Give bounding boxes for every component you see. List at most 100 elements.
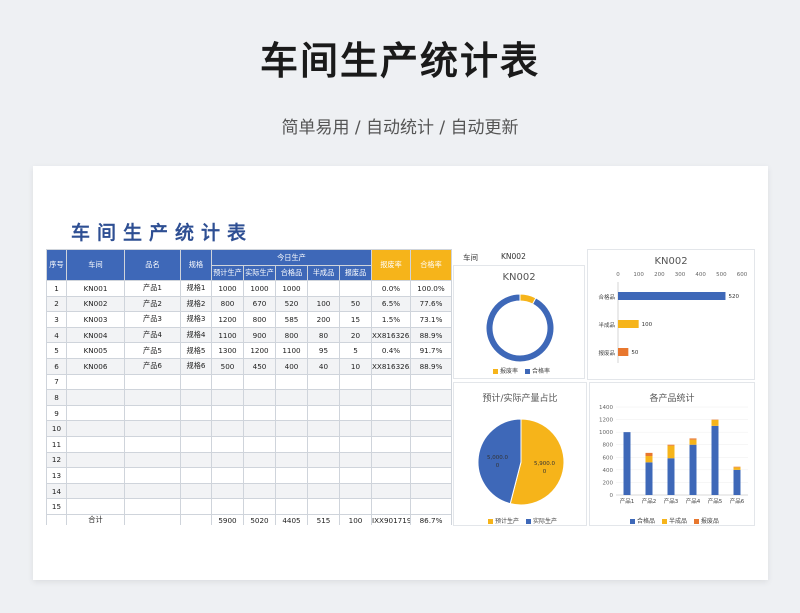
cell-scrap[interactable] bbox=[339, 280, 372, 297]
cell-workshop[interactable] bbox=[66, 498, 125, 515]
cell-semi[interactable] bbox=[307, 420, 340, 437]
cell-index[interactable]: 11 bbox=[46, 435, 67, 453]
cell-planned[interactable] bbox=[211, 451, 244, 469]
cell-planned[interactable]: 1200 bbox=[211, 311, 244, 328]
cell-semi[interactable] bbox=[307, 467, 340, 484]
cell-workshop[interactable]: KN005 bbox=[66, 342, 125, 359]
cell-planned[interactable]: 800 bbox=[211, 295, 244, 313]
cell-actual[interactable] bbox=[243, 435, 276, 453]
cell-product[interactable] bbox=[124, 404, 181, 422]
cell-scrap-rate[interactable] bbox=[371, 482, 411, 500]
cell-semi[interactable]: 95 bbox=[307, 342, 340, 359]
cell-spec[interactable] bbox=[180, 451, 212, 469]
cell-actual[interactable] bbox=[243, 373, 276, 391]
cell-index[interactable]: 14 bbox=[46, 482, 67, 500]
cell-planned[interactable]: 1000 bbox=[211, 280, 244, 297]
cell-scrap[interactable]: 5 bbox=[339, 342, 372, 359]
cell-index[interactable]: 10 bbox=[46, 420, 67, 437]
cell-semi[interactable] bbox=[307, 373, 340, 391]
cell-planned[interactable]: 1100 bbox=[211, 326, 244, 344]
cell-actual[interactable]: 670 bbox=[243, 295, 276, 313]
cell-scrap[interactable] bbox=[339, 389, 372, 406]
cell-qualified[interactable] bbox=[275, 389, 308, 406]
cell-index[interactable]: 15 bbox=[46, 498, 67, 515]
cell-index[interactable]: 5 bbox=[46, 342, 67, 359]
cell-spec[interactable]: 规格3 bbox=[180, 311, 212, 328]
cell-workshop[interactable]: KN001 bbox=[66, 280, 125, 297]
cell-scrap[interactable] bbox=[339, 404, 372, 422]
cell-semi[interactable] bbox=[307, 404, 340, 422]
cell-qualified[interactable]: 585 bbox=[275, 311, 308, 328]
cell-index[interactable]: 8 bbox=[46, 389, 67, 406]
cell-scrap-rate[interactable] bbox=[371, 498, 411, 515]
cell-scrap-rate[interactable]: XX8163265 bbox=[371, 357, 411, 375]
cell-spec[interactable] bbox=[180, 373, 212, 391]
cell-semi[interactable]: 40 bbox=[307, 357, 340, 375]
cell-actual[interactable] bbox=[243, 389, 276, 406]
cell-pass-rate[interactable] bbox=[410, 482, 452, 500]
cell-product[interactable] bbox=[124, 389, 181, 406]
cell-semi[interactable] bbox=[307, 482, 340, 500]
cell-semi[interactable] bbox=[307, 498, 340, 515]
cell-scrap[interactable] bbox=[339, 467, 372, 484]
cell-scrap-rate[interactable] bbox=[371, 404, 411, 422]
cell-workshop[interactable] bbox=[66, 482, 125, 500]
cell-planned[interactable] bbox=[211, 389, 244, 406]
cell-spec[interactable] bbox=[180, 435, 212, 453]
cell-scrap[interactable]: 20 bbox=[339, 326, 372, 344]
cell-semi[interactable] bbox=[307, 451, 340, 469]
cell-scrap-rate[interactable]: 1.5% bbox=[371, 311, 411, 328]
cell-planned[interactable]: 1300 bbox=[211, 342, 244, 359]
cell-spec[interactable] bbox=[180, 482, 212, 500]
cell-workshop[interactable] bbox=[66, 451, 125, 469]
cell-actual[interactable] bbox=[243, 498, 276, 515]
cell-planned[interactable] bbox=[211, 404, 244, 422]
cell-pass-rate[interactable] bbox=[410, 451, 452, 469]
cell-qualified[interactable] bbox=[275, 498, 308, 515]
cell-index[interactable]: 12 bbox=[46, 451, 67, 469]
cell-workshop[interactable] bbox=[66, 420, 125, 437]
cell-qualified[interactable] bbox=[275, 435, 308, 453]
cell-spec[interactable]: 规格1 bbox=[180, 280, 212, 297]
cell-actual[interactable] bbox=[243, 467, 276, 484]
cell-scrap[interactable] bbox=[339, 482, 372, 500]
cell-workshop[interactable] bbox=[66, 435, 125, 453]
cell-planned[interactable] bbox=[211, 420, 244, 437]
cell-semi[interactable]: 200 bbox=[307, 311, 340, 328]
cell-qualified[interactable]: 400 bbox=[275, 357, 308, 375]
cell-actual[interactable]: 800 bbox=[243, 311, 276, 328]
cell-product[interactable] bbox=[124, 435, 181, 453]
cell-scrap-rate[interactable] bbox=[371, 451, 411, 469]
cell-scrap[interactable]: 50 bbox=[339, 295, 372, 313]
cell-spec[interactable]: 规格6 bbox=[180, 357, 212, 375]
cell-pass-rate[interactable] bbox=[410, 467, 452, 484]
cell-semi[interactable]: 80 bbox=[307, 326, 340, 344]
cell-semi[interactable] bbox=[307, 389, 340, 406]
cell-pass-rate[interactable]: 73.1% bbox=[410, 311, 452, 328]
cell-product[interactable] bbox=[124, 482, 181, 500]
cell-index[interactable]: 13 bbox=[46, 467, 67, 484]
cell-workshop[interactable]: KN002 bbox=[66, 295, 125, 313]
cell-workshop[interactable]: KN004 bbox=[66, 326, 125, 344]
cell-product[interactable] bbox=[124, 467, 181, 484]
cell-workshop[interactable]: KN006 bbox=[66, 357, 125, 375]
cell-qualified[interactable]: 1100 bbox=[275, 342, 308, 359]
cell-semi[interactable] bbox=[307, 435, 340, 453]
cell-pass-rate[interactable] bbox=[410, 404, 452, 422]
cell-pass-rate[interactable] bbox=[410, 373, 452, 391]
cell-planned[interactable] bbox=[211, 435, 244, 453]
cell-pass-rate[interactable]: 77.6% bbox=[410, 295, 452, 313]
cell-product[interactable]: 产品3 bbox=[124, 311, 181, 328]
cell-scrap[interactable] bbox=[339, 451, 372, 469]
cell-qualified[interactable] bbox=[275, 373, 308, 391]
cell-index[interactable]: 9 bbox=[46, 404, 67, 422]
cell-index[interactable]: 3 bbox=[46, 311, 67, 328]
cell-scrap-rate[interactable]: XX8163265 bbox=[371, 326, 411, 344]
cell-qualified[interactable]: 800 bbox=[275, 326, 308, 344]
cell-product[interactable]: 产品5 bbox=[124, 342, 181, 359]
cell-actual[interactable] bbox=[243, 451, 276, 469]
cell-qualified[interactable]: 1000 bbox=[275, 280, 308, 297]
cell-actual[interactable]: 1000 bbox=[243, 280, 276, 297]
cell-product[interactable]: 产品2 bbox=[124, 295, 181, 313]
cell-actual[interactable]: 1200 bbox=[243, 342, 276, 359]
